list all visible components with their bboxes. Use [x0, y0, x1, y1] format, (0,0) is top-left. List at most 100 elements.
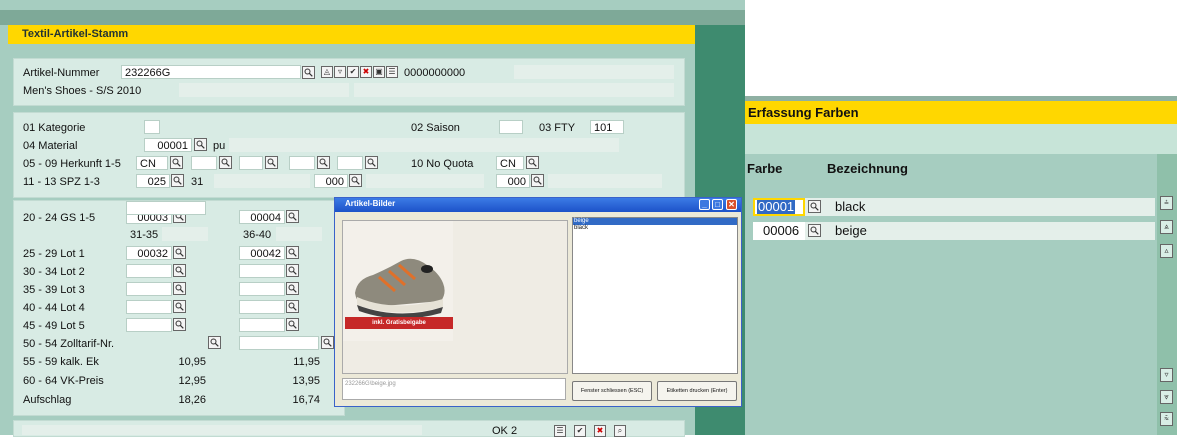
lot-2-search-icon-1[interactable]: [173, 264, 186, 277]
herkunft-4-field[interactable]: [289, 156, 315, 170]
herkunft-1-field[interactable]: CN: [136, 156, 168, 170]
col-farbe-header: Farbe: [747, 161, 783, 176]
lot-1-search-icon-2[interactable]: [286, 246, 299, 259]
close-icon[interactable]: ✕: [726, 199, 737, 210]
herkunft-4-search-icon[interactable]: [317, 156, 330, 169]
table-row[interactable]: 00006 beige: [753, 222, 1155, 240]
farben-header: Farbe Bezeichnung: [745, 154, 1157, 180]
page-down-icon[interactable]: ⩔: [1160, 390, 1173, 404]
material-desc-field: [229, 138, 619, 152]
list-item[interactable]: beige: [573, 218, 737, 225]
kategorie-field[interactable]: [144, 120, 160, 134]
zolltarif-field-1[interactable]: [126, 201, 206, 215]
lot-2-search-icon-2[interactable]: [286, 264, 299, 277]
spz-2-field[interactable]: 000: [314, 174, 348, 188]
next-record-icon[interactable]: ▿: [1160, 368, 1173, 382]
farbe-code-field[interactable]: 00006: [753, 222, 805, 240]
prev-record-icon[interactable]: ▿: [334, 66, 346, 78]
herkunft-1-search-icon[interactable]: [170, 156, 183, 169]
lot-5-search-icon-2[interactable]: [286, 318, 299, 331]
lot-4-search-icon-1[interactable]: [173, 300, 186, 313]
herkunft-5-field[interactable]: [337, 156, 363, 170]
maximize-icon[interactable]: □: [712, 199, 723, 210]
product-image-pane: inkl. Gratisbeigabe: [342, 220, 568, 374]
lot-1-search-icon-1[interactable]: [173, 246, 186, 259]
lot-2-field-2[interactable]: [239, 264, 285, 278]
no-quota-field[interactable]: CN: [496, 156, 524, 170]
gs-2-search-icon[interactable]: [286, 210, 299, 223]
spz-1-field[interactable]: 025: [136, 174, 170, 188]
first-record-icon[interactable]: ◬: [321, 66, 333, 78]
artikel-nummer-field[interactable]: 232266G: [121, 65, 301, 79]
farbe-search-icon[interactable]: [808, 200, 821, 213]
no-quota-search-icon[interactable]: [526, 156, 539, 169]
zolltarif-field-2[interactable]: [239, 336, 319, 350]
lot-2-label: 30 - 34 Lot 2: [23, 266, 85, 278]
farbe-search-icon[interactable]: [808, 224, 821, 237]
artikel-description: Men's Shoes - S/S 2010: [23, 85, 142, 97]
farbe-code-field[interactable]: 00001: [753, 198, 805, 216]
minimize-icon[interactable]: _: [699, 199, 710, 210]
bottom-confirm-icon[interactable]: ✔: [574, 425, 586, 437]
lot-2-field-1[interactable]: [126, 264, 172, 278]
bottom-list-icon[interactable]: ☰: [554, 425, 566, 437]
farbe-code: 00001: [757, 199, 796, 214]
page-up-icon[interactable]: ⩓: [1160, 220, 1173, 234]
lot-5-search-icon-1[interactable]: [173, 318, 186, 331]
lot-5-field-1[interactable]: [126, 318, 172, 332]
table-row[interactable]: 00001 black: [753, 198, 1155, 216]
first-record-icon[interactable]: ⩮: [1160, 196, 1173, 210]
delete-icon[interactable]: ✖: [360, 66, 372, 78]
material-label: 04 Material: [23, 140, 78, 152]
print-labels-button[interactable]: Etiketten drucken (Enter): [657, 381, 737, 401]
close-window-button[interactable]: Fenster schliessen (ESC): [572, 381, 652, 401]
lot-3-search-icon-1[interactable]: [173, 282, 186, 295]
gs-label: 20 - 24 GS 1-5: [23, 212, 96, 224]
herkunft-3-field[interactable]: [239, 156, 263, 170]
herkunft-2-field[interactable]: [191, 156, 217, 170]
lot-3-field-2[interactable]: [239, 282, 285, 296]
list-icon[interactable]: ☰: [386, 66, 398, 78]
spz-2-search-icon[interactable]: [349, 174, 362, 187]
fty-field[interactable]: 101: [590, 120, 624, 134]
gratisbeigabe-banner: inkl. Gratisbeigabe: [345, 317, 453, 329]
lot-1-field-1[interactable]: 00032: [126, 246, 172, 260]
shoe-image: [343, 221, 453, 341]
gs-2-range: 36-40: [243, 229, 272, 241]
lot-3-search-icon-2[interactable]: [286, 282, 299, 295]
spz-3-search-icon[interactable]: [531, 174, 544, 187]
saison-field[interactable]: [499, 120, 523, 134]
bottom-delete-icon[interactable]: ✖: [594, 425, 606, 437]
farben-right-toolbar: ⩮ ⩓ ▵ ▿ ⩔ ⩯: [1157, 154, 1177, 435]
last-record-icon[interactable]: ⩯: [1160, 412, 1173, 426]
spz-1-search-icon[interactable]: [171, 174, 184, 187]
spz-3-field[interactable]: 000: [496, 174, 530, 188]
bottom-search-icon[interactable]: ⌕: [614, 425, 626, 437]
dialog-title: Artikel-Bilder: [345, 199, 396, 208]
material-search-icon[interactable]: [194, 138, 207, 151]
list-item[interactable]: black: [573, 225, 737, 232]
confirm-icon[interactable]: ✔: [347, 66, 359, 78]
image-list[interactable]: beige black: [572, 217, 738, 374]
erfassung-farben-window: Erfassung Farben Farbe Bezeichnung ⩮ ⩓ ▵…: [745, 96, 1177, 435]
lot-3-field-1[interactable]: [126, 282, 172, 296]
zolltarif-search-icon-2[interactable]: [321, 336, 334, 349]
prev-record-icon[interactable]: ▵: [1160, 244, 1173, 258]
farben-title: Erfassung Farben: [748, 105, 859, 120]
herkunft-2-search-icon[interactable]: [219, 156, 232, 169]
herkunft-5-search-icon[interactable]: [365, 156, 378, 169]
artikel-panel: Artikel-Nummer 232266G ◬ ▿ ✔ ✖ ▣ ☰ 00000…: [13, 58, 685, 106]
farbe-code: 00006: [763, 223, 800, 238]
material-code-field[interactable]: 00001: [144, 138, 192, 152]
artikel-desc-field-2: [179, 83, 349, 97]
gs-2-field[interactable]: 00004: [239, 210, 285, 224]
zolltarif-search-icon-1[interactable]: [208, 336, 221, 349]
save-icon[interactable]: ▣: [373, 66, 385, 78]
artikel-search-icon[interactable]: [302, 66, 315, 79]
lot-4-search-icon-2[interactable]: [286, 300, 299, 313]
lot-5-field-2[interactable]: [239, 318, 285, 332]
lot-1-field-2[interactable]: 00042: [239, 246, 285, 260]
herkunft-3-search-icon[interactable]: [265, 156, 278, 169]
lot-4-field-2[interactable]: [239, 300, 285, 314]
lot-4-field-1[interactable]: [126, 300, 172, 314]
